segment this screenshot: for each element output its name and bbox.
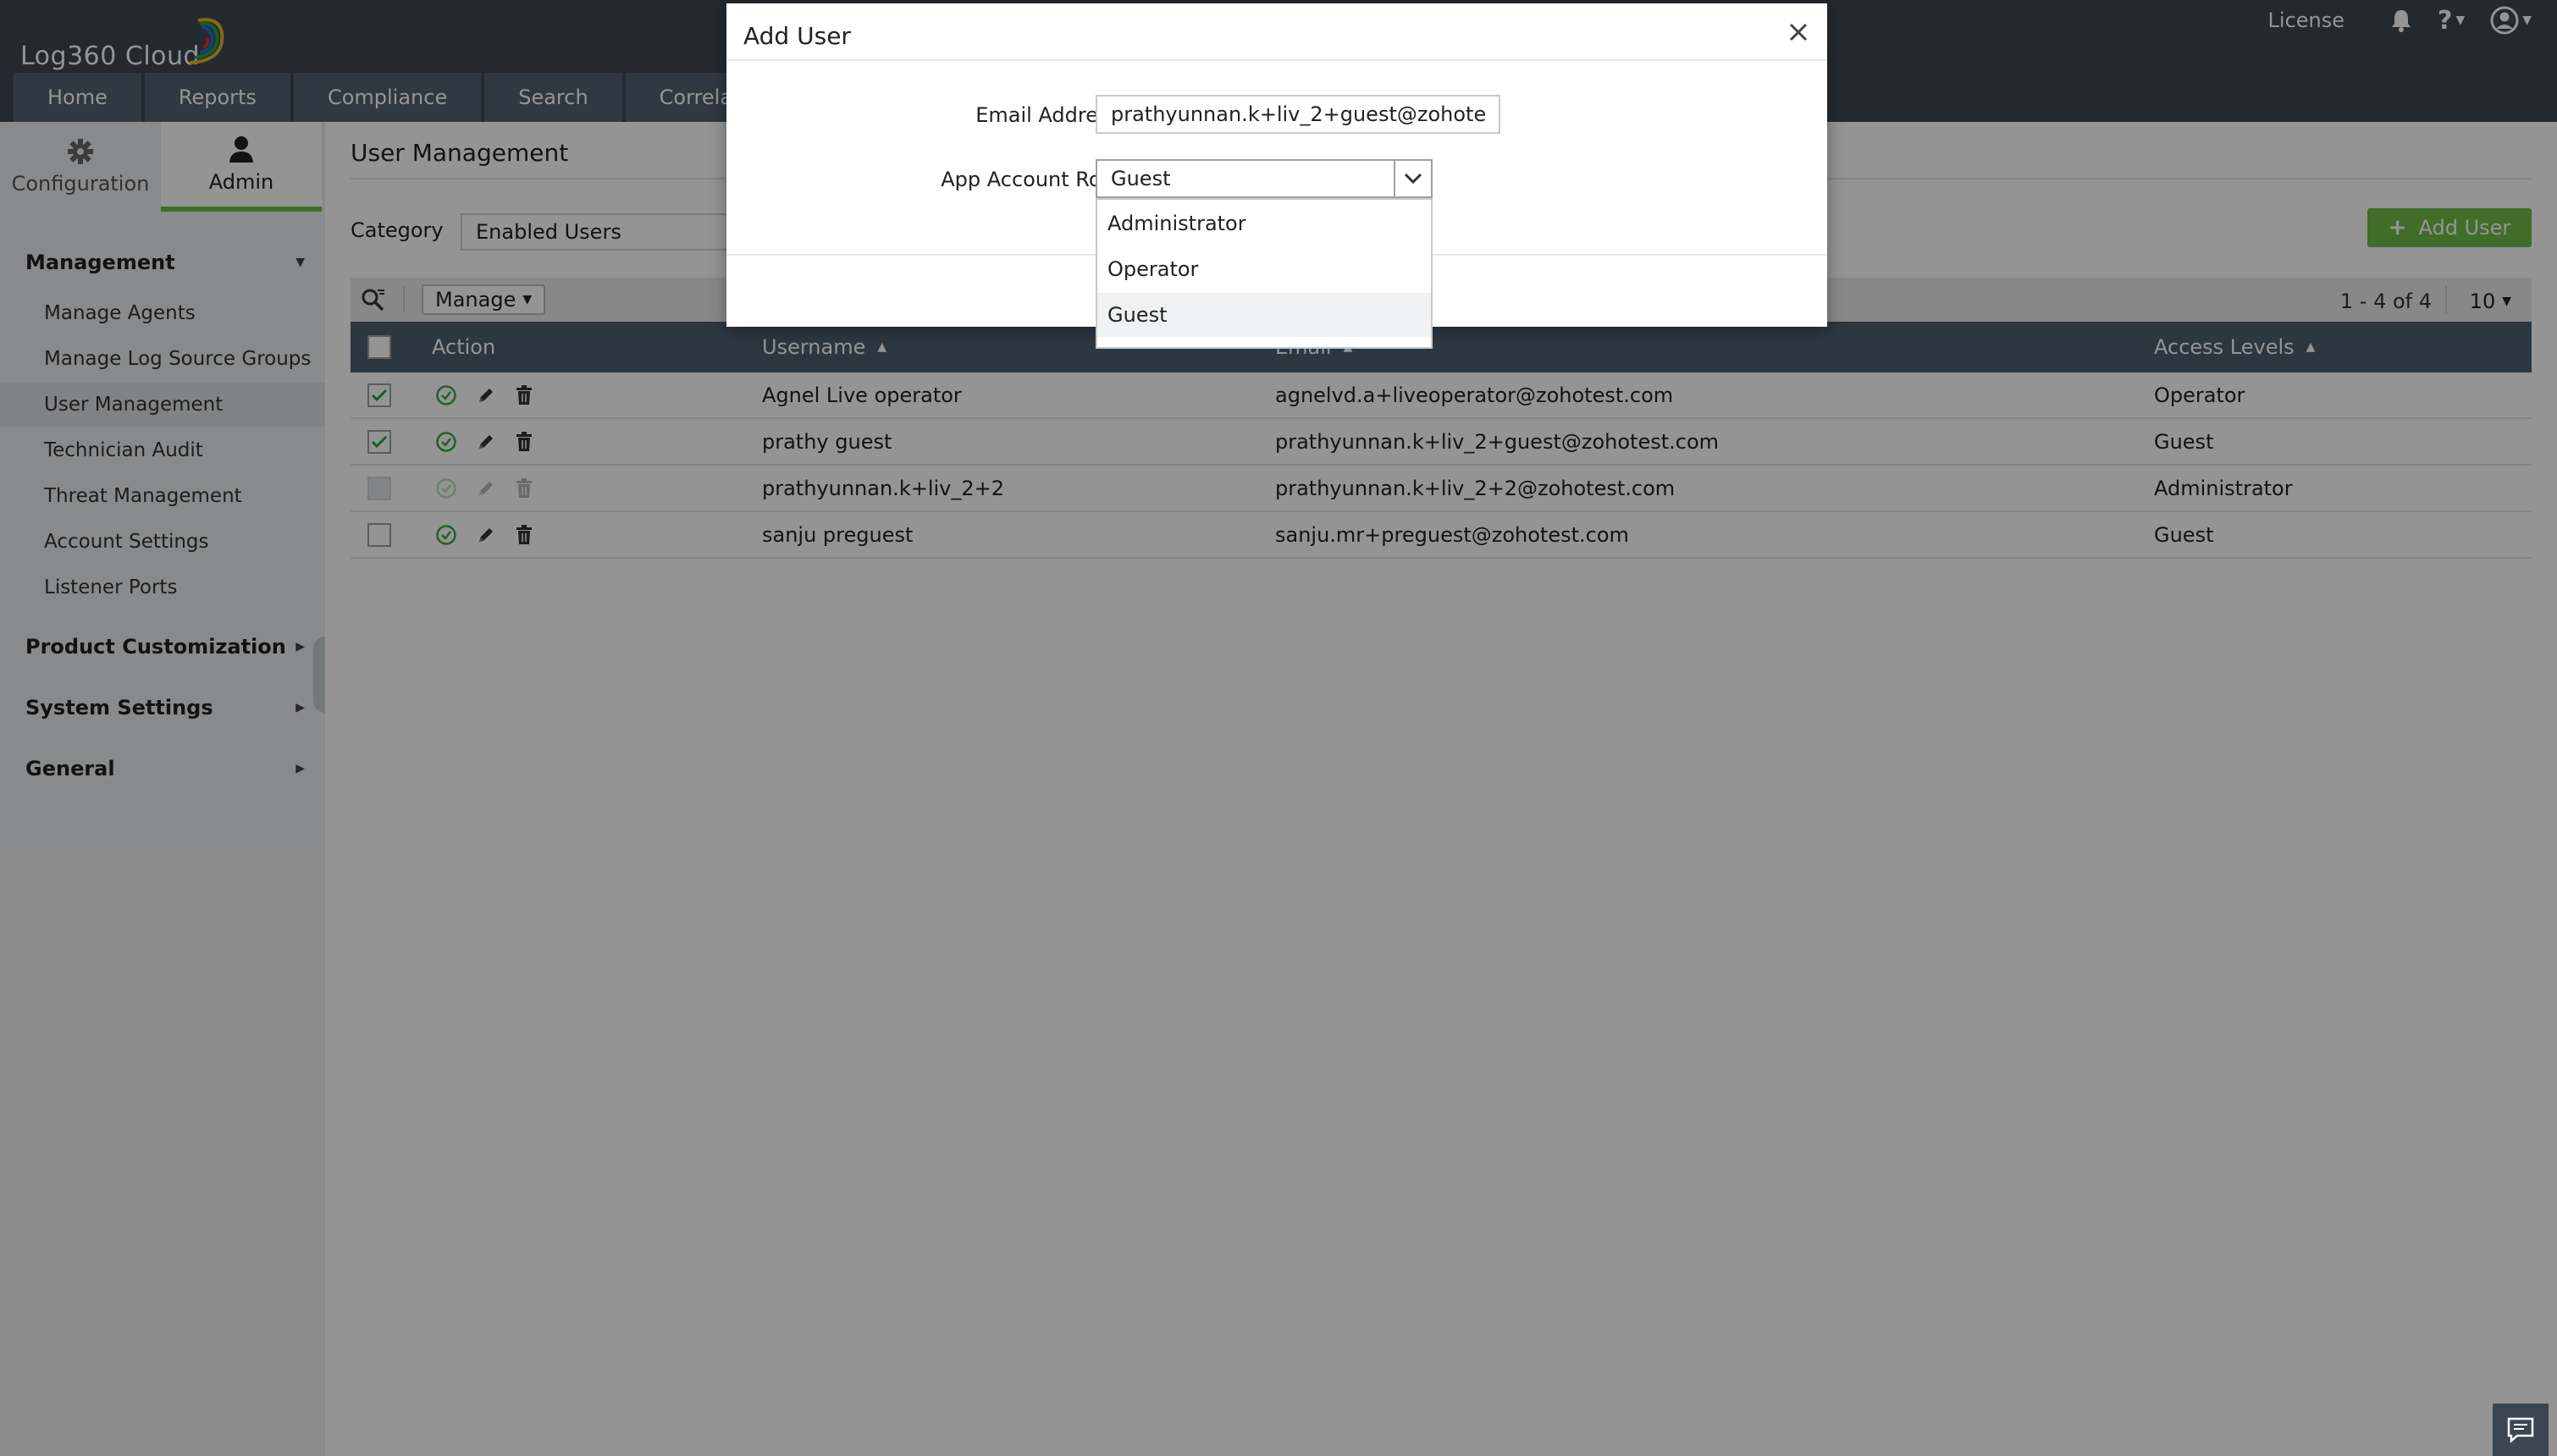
- role-option-guest[interactable]: Guest: [1097, 293, 1431, 337]
- add-user-dialog: Add User Email Address App Account Role …: [726, 3, 1827, 349]
- role-option-operator[interactable]: Operator: [1097, 247, 1431, 291]
- dialog-title: Add User: [743, 22, 851, 50]
- role-dropdown-list: Administrator Operator Guest: [1096, 198, 1433, 349]
- dialog-divider: [726, 59, 1827, 61]
- app-account-role-label: App Account Role: [941, 168, 1119, 191]
- role-select-value: Guest: [1111, 167, 1171, 190]
- chevron-down-icon[interactable]: [1394, 161, 1431, 196]
- chat-button[interactable]: [2493, 1404, 2549, 1456]
- close-icon[interactable]: [1787, 20, 1810, 47]
- email-address-input[interactable]: [1096, 95, 1500, 134]
- chat-icon: [2507, 1417, 2534, 1443]
- app-account-role-select[interactable]: Guest: [1096, 159, 1433, 198]
- role-option-administrator[interactable]: Administrator: [1097, 201, 1431, 245]
